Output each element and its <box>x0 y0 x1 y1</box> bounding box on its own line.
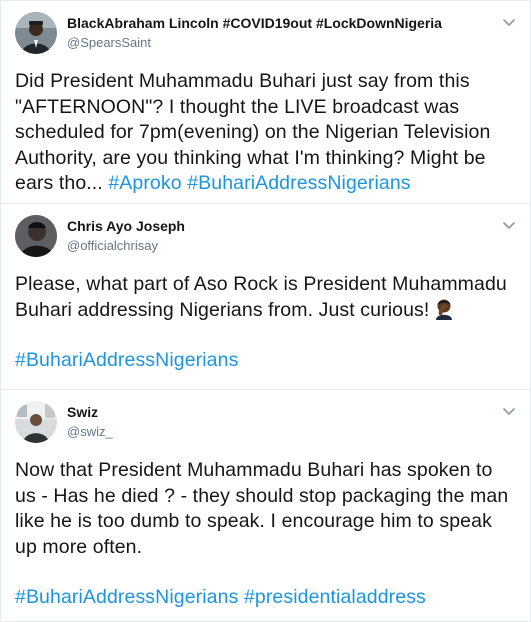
display-name[interactable]: BlackAbraham Lincoln #COVID19out #LockDo… <box>67 14 442 33</box>
display-name[interactable]: Chris Ayo Joseph <box>67 217 185 236</box>
tweet-hashtags: #BuhariAddressNigerians #presidentialadd… <box>15 585 518 611</box>
user-names: Chris Ayo Joseph @officialchrisay <box>67 217 185 255</box>
display-name[interactable]: Swiz <box>67 403 113 422</box>
avatar-photo <box>15 12 57 54</box>
tweet-text: Please, what part of Aso Rock is Preside… <box>15 272 518 323</box>
avatar-photo <box>15 215 57 257</box>
hashtag-link[interactable]: #presidentialaddress <box>244 586 426 608</box>
tweet-header: Swiz @swiz_ <box>15 400 518 444</box>
chevron-down-icon[interactable] <box>500 216 518 234</box>
hashtag-link[interactable]: #BuhariAddressNigerians <box>15 586 238 608</box>
hashtag-link[interactable]: #Aproko <box>108 172 181 194</box>
tweet-card[interactable]: Chris Ayo Joseph @officialchrisay Please… <box>1 204 530 390</box>
user-handle[interactable]: @SpearsSaint <box>67 33 442 52</box>
tweet-header: BlackAbraham Lincoln #COVID19out #LockDo… <box>15 11 518 55</box>
tweet-text: Now that President Muhammadu Buhari has … <box>15 459 509 558</box>
man-facepalming-emoji <box>436 299 453 320</box>
tweet-feed: BlackAbraham Lincoln #COVID19out #LockDo… <box>0 0 531 622</box>
avatar[interactable] <box>15 215 57 257</box>
tweet-header: Chris Ayo Joseph @officialchrisay <box>15 214 518 258</box>
tweet-hashtags: #BuhariAddressNigerians <box>15 348 518 374</box>
user-handle[interactable]: @swiz_ <box>67 422 113 441</box>
avatar[interactable] <box>15 401 57 443</box>
user-names: BlackAbraham Lincoln #COVID19out #LockDo… <box>67 14 442 52</box>
user-handle[interactable]: @officialchrisay <box>67 236 185 255</box>
chevron-down-icon[interactable] <box>500 13 518 31</box>
hashtag-link[interactable]: #BuhariAddressNigerians <box>15 349 238 371</box>
hashtag-link[interactable]: #BuhariAddressNigerians <box>187 172 410 194</box>
tweet-text: Did President Muhammadu Buhari just say … <box>15 69 518 197</box>
avatar[interactable] <box>15 12 57 54</box>
avatar-photo <box>15 401 57 443</box>
user-names: Swiz @swiz_ <box>67 403 113 441</box>
tweet-card[interactable]: Swiz @swiz_ Now that President Muhammadu… <box>1 390 530 621</box>
chevron-down-icon[interactable] <box>500 402 518 420</box>
tweet-card[interactable]: BlackAbraham Lincoln #COVID19out #LockDo… <box>1 1 530 204</box>
